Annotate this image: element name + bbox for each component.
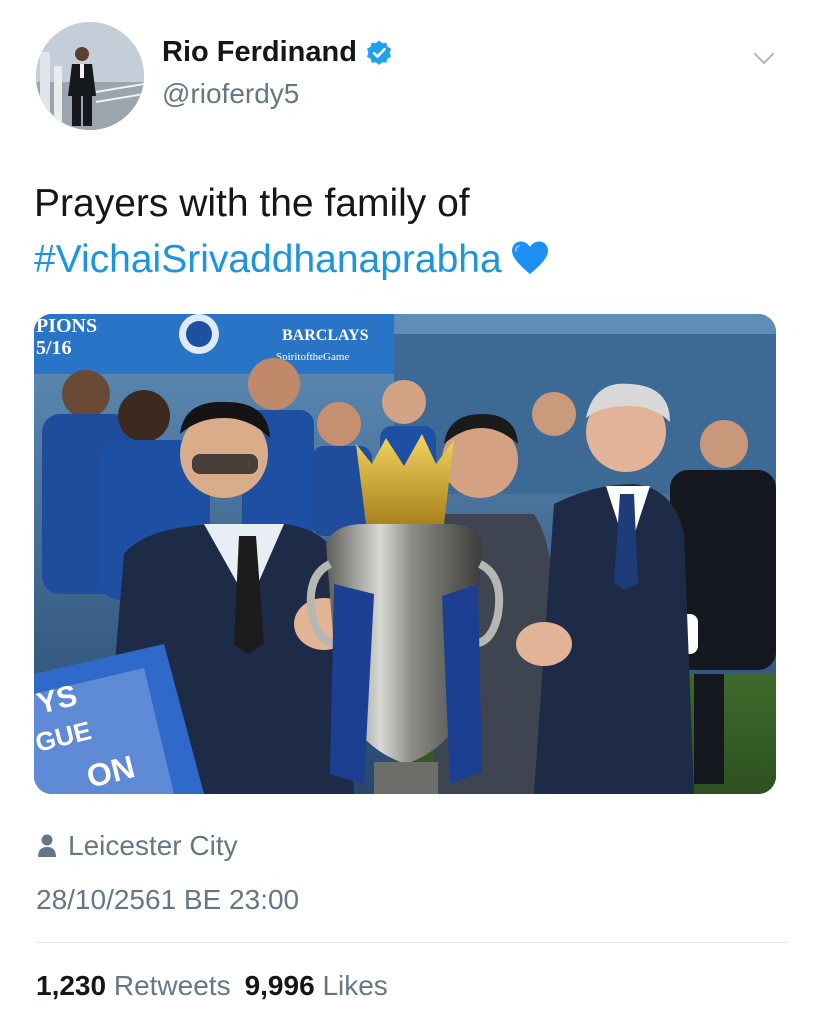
tweet-timestamp: 28/10/2561 BE 23:00 (36, 884, 300, 915)
tweet-hashtag-line: #VichaiSrivaddhanaprabha (34, 232, 774, 288)
chevron-down-icon[interactable] (750, 44, 778, 72)
sponsor-text: BARCLAYS (282, 327, 369, 344)
retweets-stat[interactable]: 1,230 Retweets (36, 970, 231, 1002)
likes-count: 9,996 (244, 970, 315, 1001)
likes-stat[interactable]: 9,996 Likes (245, 970, 388, 1002)
author-avatar[interactable] (36, 22, 144, 130)
hashtag-link[interactable]: #VichaiSrivaddhanaprabha (34, 238, 502, 281)
location-text: Leicester City (68, 830, 238, 861)
banner-left-bottom: 5/16 (36, 337, 72, 359)
blue-heart-icon (510, 236, 550, 274)
engagement-stats: 1,230 Retweets 9,996 Likes (36, 970, 388, 1002)
divider (36, 942, 788, 943)
tweet-photo[interactable]: PIONS 5/16 BARCLAYS SpiritoftheGame YS G… (34, 314, 776, 794)
person-icon (36, 833, 58, 859)
banner-left-top: PIONS (36, 315, 97, 337)
author-name[interactable]: Rio Ferdinand (162, 36, 393, 69)
retweets-label: Retweets (113, 970, 231, 1001)
likes-label: Likes (322, 970, 388, 1001)
author-name-text: Rio Ferdinand (162, 36, 357, 68)
tweet-card: Rio Ferdinand @rioferdy5 Prayers with th… (0, 0, 816, 1024)
location-row[interactable]: Leicester City (36, 830, 238, 862)
retweets-count: 1,230 (36, 970, 107, 1001)
sponsor-tagline: SpiritoftheGame (276, 351, 349, 363)
author-handle[interactable]: @rioferdy5 (162, 78, 299, 110)
tweet-text-line: Prayers with the family of (34, 182, 470, 225)
verified-badge-icon (365, 39, 393, 67)
tweet-text: Prayers with the family of #VichaiSrivad… (34, 176, 774, 288)
